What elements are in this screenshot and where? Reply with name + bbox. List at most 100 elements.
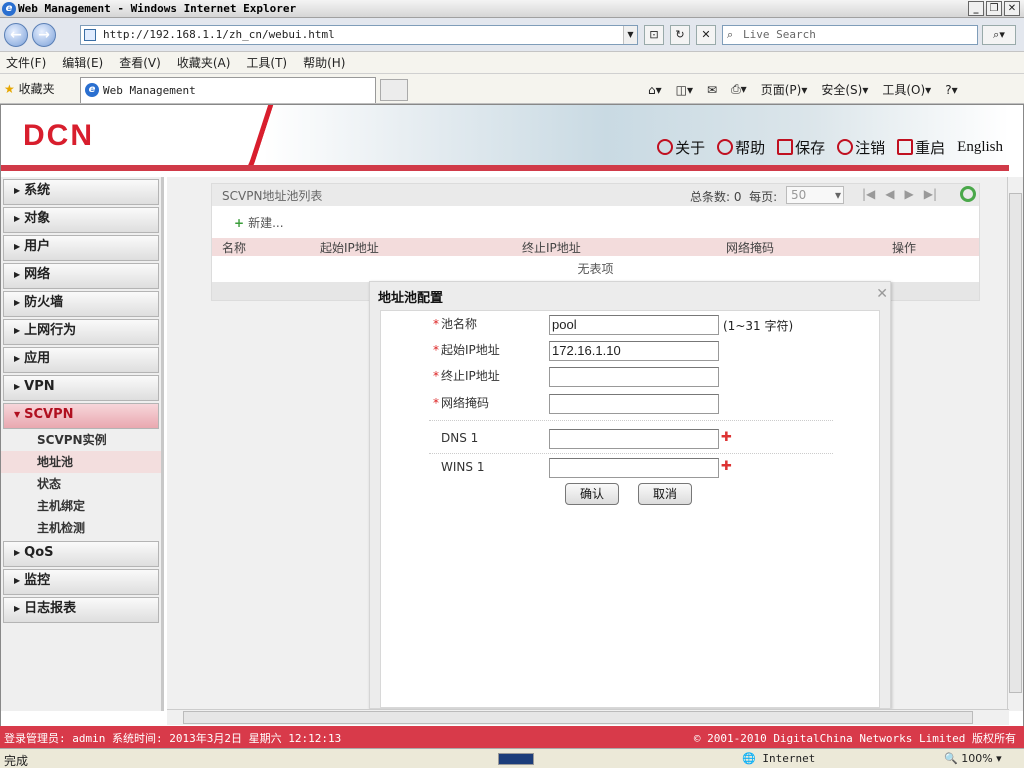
pager: |◀ ◀ ▶ ▶|: [862, 187, 937, 201]
required-marker: *: [433, 369, 439, 383]
new-tab-button[interactable]: [380, 79, 408, 101]
caret-right-icon: ▶: [14, 548, 21, 557]
first-page-icon[interactable]: |◀: [862, 187, 875, 201]
prev-page-icon[interactable]: ◀: [885, 187, 894, 201]
dcn-logo: DCN: [23, 119, 94, 152]
panel-title: SCVPN地址池列表: [222, 189, 323, 203]
page-menu[interactable]: 页面(P)▾: [761, 81, 808, 98]
menu-view[interactable]: 查看(V): [119, 54, 161, 71]
empty-table-text: 无表项: [577, 262, 614, 276]
menu-edit[interactable]: 编辑(E): [62, 54, 103, 71]
address-pool-dialog: 地址池配置 ✕ * 池名称 pool (1~31 字符) * 起始IP地址 172.…: [369, 281, 891, 709]
cancel-button[interactable]: 取消: [638, 483, 692, 505]
start-ip-row: * 起始IP地址: [433, 343, 500, 357]
scroll-thumb[interactable]: [1009, 193, 1022, 693]
back-button[interactable]: ←: [4, 23, 28, 47]
col-netmask: 网络掩码: [726, 241, 775, 255]
menu-favorites[interactable]: 收藏夹(A): [177, 54, 231, 71]
sidebar-subitem-scvpn-instance[interactable]: SCVPN实例: [1, 429, 161, 451]
netmask-row: * 网络掩码: [433, 396, 490, 410]
search-button[interactable]: ⌕▾: [982, 25, 1016, 45]
home-icon[interactable]: ⌂▾: [648, 83, 662, 97]
sidebar-item-vpn[interactable]: ▶ VPN: [3, 375, 159, 401]
command-bar: ⌂▾ ◫▾ ✉ ⎙▾ 页面(P)▾ 安全(S)▾ 工具(O)▾ ?▾: [648, 81, 958, 98]
mail-icon[interactable]: ✉: [707, 83, 717, 97]
add-wins-icon[interactable]: ✚: [721, 459, 732, 474]
english-link[interactable]: English: [957, 139, 1003, 156]
favorites-button[interactable]: ★ 收藏夹: [4, 80, 55, 97]
sidebar-item-application[interactable]: ▶ 应用: [3, 347, 159, 373]
sidebar-item-log-report[interactable]: ▶ 日志报表: [3, 597, 159, 623]
menu-file[interactable]: 文件(F): [6, 54, 46, 71]
search-input[interactable]: ⌕ Live Search: [722, 25, 978, 45]
netmask-input[interactable]: [549, 394, 719, 414]
sidebar-item-firewall[interactable]: ▶ 防火墙: [3, 291, 159, 317]
add-dns-icon[interactable]: ✚: [721, 430, 732, 445]
ie-tab-icon: e: [85, 83, 99, 97]
sidebar-subitem-host-binding[interactable]: 主机绑定: [1, 495, 161, 517]
dns1-input[interactable]: [549, 429, 719, 449]
logout-link[interactable]: 注销: [837, 137, 885, 158]
sidebar-subitem-host-check[interactable]: 主机检测: [1, 517, 161, 539]
add-icon: +: [234, 216, 245, 230]
restore-button[interactable]: ❐: [986, 1, 1002, 16]
confirm-button[interactable]: 确认: [565, 483, 619, 505]
header-swoosh: [204, 105, 278, 165]
end-ip-input[interactable]: [549, 367, 719, 387]
close-icon[interactable]: ✕: [876, 286, 888, 302]
print-icon[interactable]: ⎙▾: [731, 82, 747, 97]
sidebar-item-qos[interactable]: ▶ QoS: [3, 541, 159, 567]
help-icon[interactable]: ?▾: [945, 83, 957, 97]
tab-web-management[interactable]: e Web Management: [80, 77, 376, 103]
sidebar-subitem-status[interactable]: 状态: [1, 473, 161, 495]
sidebar-item-object[interactable]: ▶ 对象: [3, 207, 159, 233]
stop-button[interactable]: ✕: [696, 25, 716, 45]
forward-button[interactable]: →: [32, 23, 56, 47]
close-window-button[interactable]: ✕: [1004, 1, 1020, 16]
sidebar-item-monitor[interactable]: ▶ 监控: [3, 569, 159, 595]
address-dropdown-icon[interactable]: ▼: [623, 26, 637, 44]
window-title: Web Management - Windows Internet Explor…: [18, 2, 297, 15]
per-page-select[interactable]: 50: [786, 186, 844, 204]
sidebar-item-user[interactable]: ▶ 用户: [3, 235, 159, 261]
save-link[interactable]: 保存: [777, 137, 825, 158]
horizontal-scrollbar[interactable]: [167, 709, 1009, 725]
feeds-icon[interactable]: ◫▾: [676, 83, 693, 97]
favorites-label: 收藏夹: [18, 82, 55, 96]
caret-right-icon: ▶: [14, 382, 21, 391]
panel-header: SCVPN地址池列表 总条数: 0 每页: 50 |◀ ◀ ▶ ▶|: [212, 184, 979, 206]
caret-right-icon: ▶: [14, 214, 21, 223]
vertical-scrollbar[interactable]: [1007, 177, 1023, 711]
page-content: DCN 关于 帮助 保存 注销 重启 English ▶ 系统 ▶ 对象 ▶ 用户 ▶…: [0, 104, 1024, 728]
scroll-thumb[interactable]: [183, 711, 973, 724]
refresh-button[interactable]: ↻: [670, 25, 690, 45]
help-link[interactable]: 帮助: [717, 137, 765, 158]
sidebar-item-internet-behavior[interactable]: ▶ 上网行为: [3, 319, 159, 345]
sidebar-item-network[interactable]: ▶ 网络: [3, 263, 159, 289]
caret-right-icon: ▶: [14, 326, 21, 335]
sidebar-item-scvpn[interactable]: ▼ SCVPN: [3, 403, 159, 429]
last-page-icon[interactable]: ▶|: [924, 187, 937, 201]
search-placeholder: Live Search: [743, 28, 816, 41]
start-ip-input[interactable]: 172.16.1.10: [549, 341, 719, 361]
menu-help[interactable]: 帮助(H): [303, 54, 345, 71]
address-bar[interactable]: http://192.168.1.1/zh_cn/webui.html ▼: [80, 25, 638, 45]
col-end-ip: 终止IP地址: [522, 241, 581, 255]
col-name: 名称: [222, 241, 247, 255]
about-link[interactable]: 关于: [657, 137, 705, 158]
next-page-icon[interactable]: ▶: [905, 187, 914, 201]
pool-name-input[interactable]: pool: [549, 315, 719, 335]
restart-link[interactable]: 重启: [897, 137, 945, 158]
zoom-level[interactable]: 🔍 100% ▾: [944, 752, 1002, 765]
compat-view-button[interactable]: ⊡: [644, 25, 664, 45]
new-button[interactable]: + 新建...: [234, 214, 284, 231]
wins1-input[interactable]: [549, 458, 719, 478]
pool-name-row: * 池名称: [433, 317, 478, 331]
tools-menu[interactable]: 工具(O)▾: [882, 81, 931, 98]
menu-tools[interactable]: 工具(T): [246, 54, 287, 71]
safety-menu[interactable]: 安全(S)▾: [821, 81, 868, 98]
sidebar-subitem-address-pool[interactable]: 地址池: [1, 451, 161, 473]
sidebar-item-system[interactable]: ▶ 系统: [3, 179, 159, 205]
minimize-button[interactable]: _: [968, 1, 984, 16]
refresh-icon[interactable]: [960, 186, 976, 202]
